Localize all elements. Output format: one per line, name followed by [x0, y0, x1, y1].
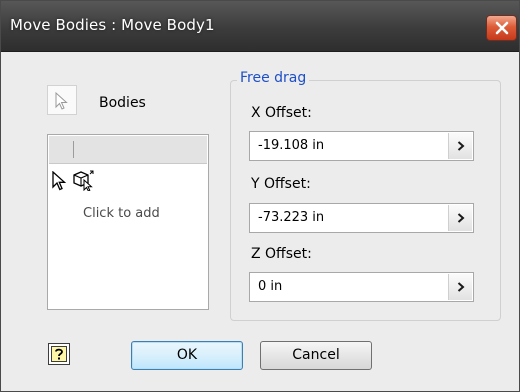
body-select-icon: [73, 170, 94, 191]
select-arrow-icon: [55, 92, 68, 110]
free-drag-group-title: Free drag: [237, 70, 310, 86]
title-bar[interactable]: Move Bodies : Move Body1: [1, 1, 519, 52]
x-offset-label: X Offset:: [251, 105, 312, 121]
list-header-divider: [73, 141, 74, 158]
y-offset-label: Y Offset:: [251, 176, 311, 192]
y-offset-field[interactable]: -73.223 in: [249, 203, 474, 233]
z-offset-value[interactable]: 0 in: [258, 279, 282, 294]
y-offset-menu-button[interactable]: [448, 205, 472, 231]
move-bodies-dialog: Move Bodies : Move Body1 Bodies Click to…: [0, 0, 520, 392]
x-offset-field[interactable]: -19.108 in: [249, 131, 474, 161]
z-offset-menu-button[interactable]: [448, 274, 472, 300]
y-offset-value[interactable]: -73.223 in: [258, 210, 324, 225]
help-button[interactable]: [48, 343, 70, 365]
chevron-right-icon: [457, 213, 465, 223]
cancel-button[interactable]: Cancel: [260, 341, 372, 370]
z-offset-label: Z Offset:: [251, 246, 312, 262]
pointer-icon: [52, 171, 67, 191]
list-header: [49, 136, 207, 164]
x-offset-value[interactable]: -19.108 in: [258, 138, 324, 153]
z-offset-field[interactable]: 0 in: [249, 272, 474, 302]
ok-button[interactable]: OK: [131, 341, 243, 370]
help-icon: [51, 346, 67, 362]
close-button[interactable]: [486, 15, 517, 41]
window-title: Move Bodies : Move Body1: [10, 16, 215, 34]
chevron-right-icon: [457, 141, 465, 151]
close-icon: [495, 21, 509, 35]
bodies-label: Bodies: [99, 95, 146, 111]
select-bodies-button[interactable]: [47, 85, 77, 115]
bodies-list[interactable]: Click to add: [47, 134, 209, 310]
click-to-add-hint: Click to add: [83, 206, 160, 221]
chevron-right-icon: [457, 282, 465, 292]
x-offset-menu-button[interactable]: [448, 133, 472, 159]
